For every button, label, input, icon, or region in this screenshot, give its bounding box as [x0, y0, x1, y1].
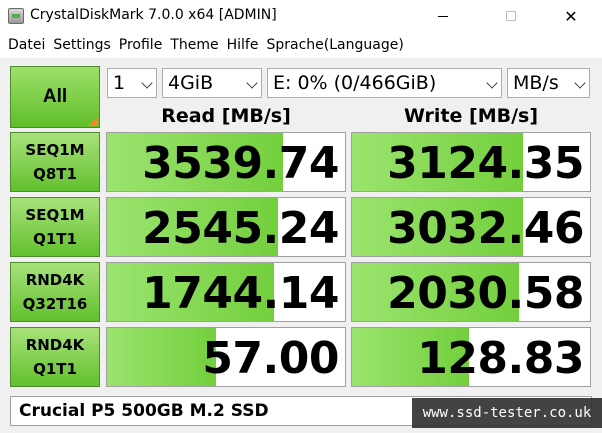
- write-result-rnd4k-q1t1: 128.83: [351, 327, 591, 387]
- chevron-down-icon: [486, 77, 498, 89]
- menu-language[interactable]: Sprache(Language): [262, 37, 407, 53]
- write-value: 3124.35: [387, 138, 584, 189]
- test-count-select[interactable]: 1: [107, 68, 157, 98]
- test-count-value: 1: [113, 72, 126, 94]
- chevron-down-icon: [574, 77, 586, 89]
- test-name: RND4K: [25, 336, 85, 354]
- minimize-button[interactable]: [420, 0, 466, 32]
- corner-marker: [88, 116, 98, 126]
- test-button-rnd4k-q32t16[interactable]: RND4K Q32T16: [10, 262, 100, 322]
- unit-value: MB/s: [513, 72, 559, 94]
- main-panel: All 1 4GiB E: 0% (0/466GiB) MB/s Read [M…: [0, 58, 602, 433]
- read-value: 3539.74: [142, 138, 339, 189]
- test-name: RND4K: [25, 271, 85, 289]
- read-result-seq1m-q1t1: 2545.24: [106, 197, 346, 257]
- menu-settings[interactable]: Settings: [49, 37, 114, 53]
- test-button-rnd4k-q1t1[interactable]: RND4K Q1T1: [10, 327, 100, 387]
- read-value: 1744.14: [142, 268, 339, 319]
- read-result-rnd4k-q32t16: 1744.14: [106, 262, 346, 322]
- read-result-seq1m-q8t1: 3539.74: [106, 132, 346, 192]
- test-button-seq1m-q1t1[interactable]: SEQ1M Q1T1: [10, 197, 100, 257]
- write-result-rnd4k-q32t16: 2030.58: [351, 262, 591, 322]
- write-value: 128.83: [417, 333, 584, 384]
- run-all-label: All: [42, 86, 68, 107]
- drive-select[interactable]: E: 0% (0/466GiB): [267, 68, 502, 98]
- run-all-button[interactable]: All: [10, 66, 100, 128]
- close-icon: ✕: [564, 6, 578, 26]
- test-queue: Q1T1: [33, 230, 77, 248]
- crystaldiskmark-app-icon: [8, 8, 24, 24]
- window-title: CrystalDiskMark 7.0.0 x64 [ADMIN]: [30, 7, 277, 23]
- write-result-seq1m-q1t1: 3032.46: [351, 197, 591, 257]
- menu-bar: Datei Settings Profile Theme Hilfe Sprac…: [0, 32, 602, 58]
- write-value: 3032.46: [387, 203, 584, 254]
- write-result-seq1m-q8t1: 3124.35: [351, 132, 591, 192]
- chevron-down-icon: [246, 77, 258, 89]
- watermark: www.ssd-tester.co.uk: [412, 398, 602, 428]
- test-size-value: 4GiB: [168, 72, 214, 94]
- read-value: 57.00: [202, 333, 339, 384]
- test-queue: Q32T16: [22, 295, 88, 313]
- chevron-down-icon: [141, 77, 153, 89]
- menu-hilfe[interactable]: Hilfe: [223, 37, 263, 53]
- test-size-select[interactable]: 4GiB: [162, 68, 262, 98]
- read-result-rnd4k-q1t1: 57.00: [106, 327, 346, 387]
- test-queue: Q1T1: [33, 360, 77, 378]
- menu-datei[interactable]: Datei: [4, 37, 49, 53]
- read-column-header: Read [MB/s]: [161, 105, 291, 127]
- read-value: 2545.24: [142, 203, 339, 254]
- write-value: 2030.58: [387, 268, 584, 319]
- write-column-header: Write [MB/s]: [403, 105, 539, 127]
- test-queue: Q8T1: [33, 165, 77, 183]
- close-button[interactable]: ✕: [548, 0, 594, 32]
- test-name: SEQ1M: [25, 141, 85, 159]
- maximize-button[interactable]: [488, 0, 534, 32]
- read-bar: [107, 328, 217, 386]
- title-bar: CrystalDiskMark 7.0.0 x64 [ADMIN] ✕: [0, 0, 602, 32]
- unit-select[interactable]: MB/s: [507, 68, 590, 98]
- menu-theme[interactable]: Theme: [166, 37, 222, 53]
- test-button-seq1m-q8t1[interactable]: SEQ1M Q8T1: [10, 132, 100, 192]
- test-name: SEQ1M: [25, 206, 85, 224]
- menu-profile[interactable]: Profile: [115, 37, 167, 53]
- minimize-icon: [438, 15, 448, 17]
- maximize-icon: [506, 11, 516, 21]
- drive-value: E: 0% (0/466GiB): [273, 72, 437, 94]
